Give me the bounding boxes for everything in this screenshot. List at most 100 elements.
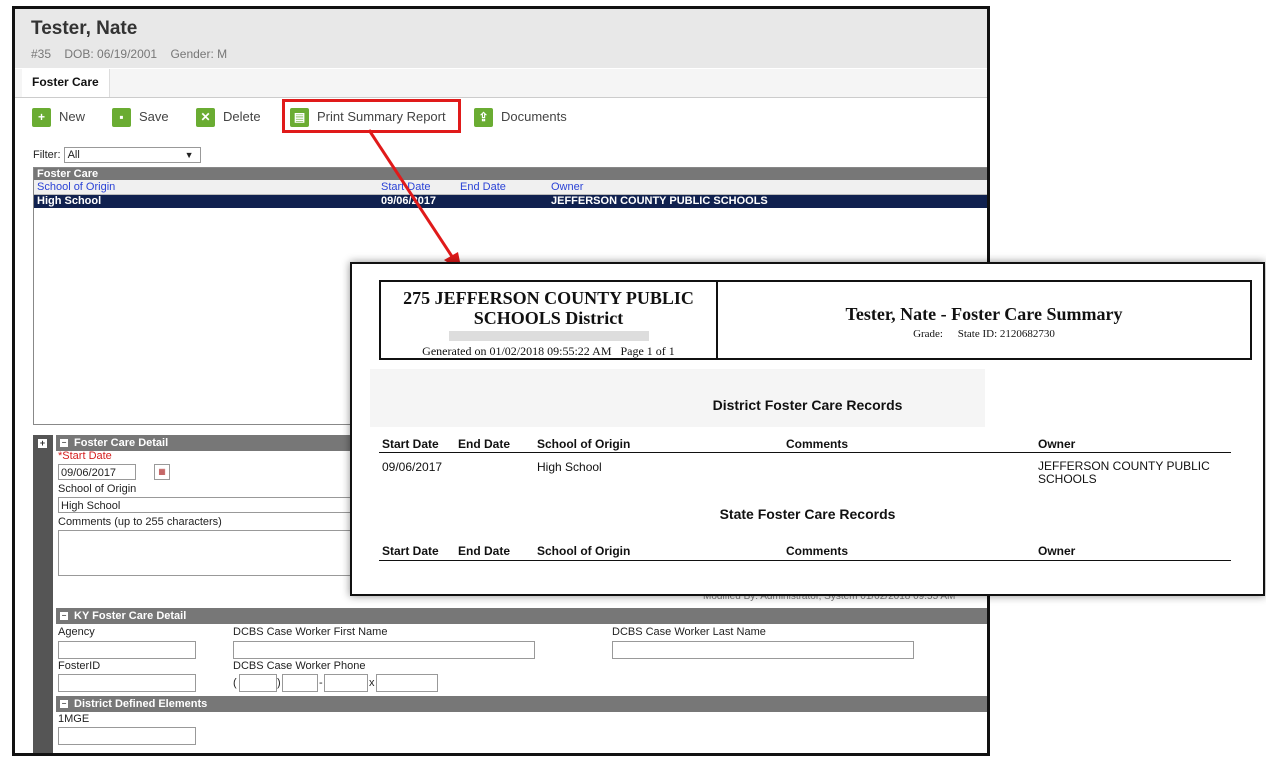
documents-button-label: Documents xyxy=(501,109,567,124)
comments-label: Comments (up to 255 characters) xyxy=(58,516,222,528)
table-row[interactable]: High School 09/06/2017 JEFFERSON COUNTY … xyxy=(34,195,987,208)
student-number: #35 xyxy=(31,47,52,61)
dropdown-arrow-icon: ▼ xyxy=(184,150,194,160)
case-worker-last-name-label: DCBS Case Worker Last Name xyxy=(612,626,766,638)
grid-title: Foster Care xyxy=(34,168,987,180)
filter: Filter: All ▼ xyxy=(33,147,201,163)
student-dob: DOB: 06/19/2001 xyxy=(64,47,158,61)
phone-line-input[interactable] xyxy=(324,674,368,692)
new-button[interactable]: + New xyxy=(32,106,85,128)
filter-select[interactable]: All ▼ xyxy=(63,147,201,163)
foster-care-detail-title: Foster Care Detail xyxy=(74,437,169,449)
foster-care-detail-header[interactable]: − Foster Care Detail xyxy=(56,435,396,451)
report-header-owner-2: Owner xyxy=(1038,544,1076,558)
save-icon: ▪ xyxy=(112,108,131,128)
start-date-label: *Start Date xyxy=(58,450,112,462)
student-gender: Gender: M xyxy=(170,47,228,61)
report-district-line-2: SCHOOLS District xyxy=(473,308,624,328)
report-header-end-date: End Date xyxy=(458,437,511,451)
agency-label: Agency xyxy=(58,626,95,638)
tab-foster-care[interactable]: Foster Care xyxy=(22,69,110,97)
report-record-start: 09/06/2017 xyxy=(382,460,443,474)
district-defined-elements-title: District Defined Elements xyxy=(74,698,208,710)
report-header-end-date-2: End Date xyxy=(458,544,511,558)
grid-header: School of Origin Start Date End Date Own… xyxy=(34,180,987,195)
column-header-end-date[interactable]: End Date xyxy=(460,180,506,194)
report-header-comments: Comments xyxy=(786,437,849,451)
calendar-glyph: ▦ xyxy=(154,464,170,480)
collapse-icon: − xyxy=(60,699,68,709)
foster-id-input[interactable] xyxy=(58,674,196,692)
upload-icon: ⇪ xyxy=(474,108,493,128)
agency-input[interactable] xyxy=(58,641,196,659)
report-header-school: School of Origin xyxy=(537,437,631,451)
cell-school: High School xyxy=(37,195,102,207)
collapse-icon: − xyxy=(60,438,68,448)
report-header-start-date: Start Date xyxy=(382,437,439,451)
report-generated-line: Generated on 01/02/2018 09:55:22 AM Page… xyxy=(381,344,716,359)
column-header-start-date[interactable]: Start Date xyxy=(381,180,431,194)
ky-foster-care-detail-title: KY Foster Care Detail xyxy=(74,610,187,622)
x-circle-icon: ✕ xyxy=(196,108,215,128)
report-title: Tester, Nate - Foster Care Summary xyxy=(845,304,1123,324)
report-record-owner: JEFFERSON COUNTY PUBLIC SCHOOLS xyxy=(1038,460,1210,486)
report-grade: Grade: xyxy=(913,328,943,340)
tab-bar: Foster Care xyxy=(15,69,987,98)
phone-area-code-input[interactable] xyxy=(239,674,277,692)
phone-extension-input[interactable] xyxy=(376,674,438,692)
comments-textarea[interactable] xyxy=(58,530,358,576)
case-worker-last-name-input[interactable] xyxy=(612,641,914,659)
report-district-box: 275 JEFFERSON COUNTY PUBLIC SCHOOLS Dist… xyxy=(379,280,717,360)
district-defined-elements-header[interactable]: − District Defined Elements xyxy=(56,696,987,712)
report-divider-2 xyxy=(379,560,1231,561)
expand-icon[interactable]: + xyxy=(38,439,47,448)
district-records-heading: District Foster Care Records xyxy=(712,397,903,413)
phone-ext-x: x xyxy=(369,677,375,689)
1mge-label: 1MGE xyxy=(58,713,90,725)
summary-report-preview: 275 JEFFERSON COUNTY PUBLIC SCHOOLS Dist… xyxy=(350,262,1265,596)
report-header-start-date-2: Start Date xyxy=(382,544,439,558)
report-state-id: State ID: 2120682730 xyxy=(957,328,1055,340)
school-of-origin-input[interactable]: High School xyxy=(58,497,358,513)
delete-button[interactable]: ✕ Delete xyxy=(196,106,261,128)
start-date-input[interactable]: 09/06/2017 xyxy=(58,464,136,480)
report-header-owner: Owner xyxy=(1038,437,1076,451)
report-header-school-2: School of Origin xyxy=(537,544,631,558)
report-page: Page 1 of 1 xyxy=(620,344,675,358)
collapse-icon: − xyxy=(60,611,68,621)
phone-dash: - xyxy=(319,677,323,689)
report-title-box: Tester, Nate - Foster Care Summary Grade… xyxy=(717,280,1252,360)
print-button-highlight xyxy=(282,99,461,133)
column-header-school[interactable]: School of Origin xyxy=(37,180,115,194)
1mge-input[interactable] xyxy=(58,727,196,745)
cell-owner: JEFFERSON COUNTY PUBLIC SCHOOLS xyxy=(551,195,768,207)
report-ids: Grade: State ID: 2120682730 xyxy=(718,328,1250,340)
student-header: Tester, Nate #35 DOB: 06/19/2001 Gender:… xyxy=(15,9,987,68)
report-district-name: 275 JEFFERSON COUNTY PUBLIC SCHOOLS Dist… xyxy=(381,288,716,328)
delete-button-label: Delete xyxy=(223,109,261,124)
report-record-school: High School xyxy=(537,460,602,474)
ky-foster-care-detail-header[interactable]: − KY Foster Care Detail xyxy=(56,608,987,624)
phone-paren-open: ( xyxy=(233,677,237,689)
detail-side-bar: + xyxy=(33,435,53,753)
plus-circle-icon: + xyxy=(32,108,51,128)
student-name: Tester, Nate xyxy=(31,18,138,39)
case-worker-first-name-label: DCBS Case Worker First Name xyxy=(233,626,388,638)
report-generated: Generated on 01/02/2018 09:55:22 AM xyxy=(422,344,612,358)
new-button-label: New xyxy=(59,109,86,124)
report-divider xyxy=(379,452,1231,453)
column-header-owner[interactable]: Owner xyxy=(551,180,583,194)
state-records-heading: State Foster Care Records xyxy=(719,506,896,522)
report-owner-line-2: SCHOOLS xyxy=(1038,472,1097,486)
report-district-line-1: 275 JEFFERSON COUNTY PUBLIC xyxy=(403,288,694,308)
filter-value: All xyxy=(67,149,80,161)
student-meta: #35 DOB: 06/19/2001 Gender: M xyxy=(31,47,237,61)
save-button[interactable]: ▪ Save xyxy=(112,106,169,128)
documents-button[interactable]: ⇪ Documents xyxy=(474,106,567,128)
report-header-comments-2: Comments xyxy=(786,544,849,558)
case-worker-phone-label: DCBS Case Worker Phone xyxy=(233,660,366,672)
phone-paren-close: ) xyxy=(277,677,281,689)
case-worker-first-name-input[interactable] xyxy=(233,641,535,659)
phone-prefix-input[interactable] xyxy=(282,674,318,692)
toolbar: + New ▪ Save ✕ Delete ▤ Print Summary Report… xyxy=(15,102,987,132)
